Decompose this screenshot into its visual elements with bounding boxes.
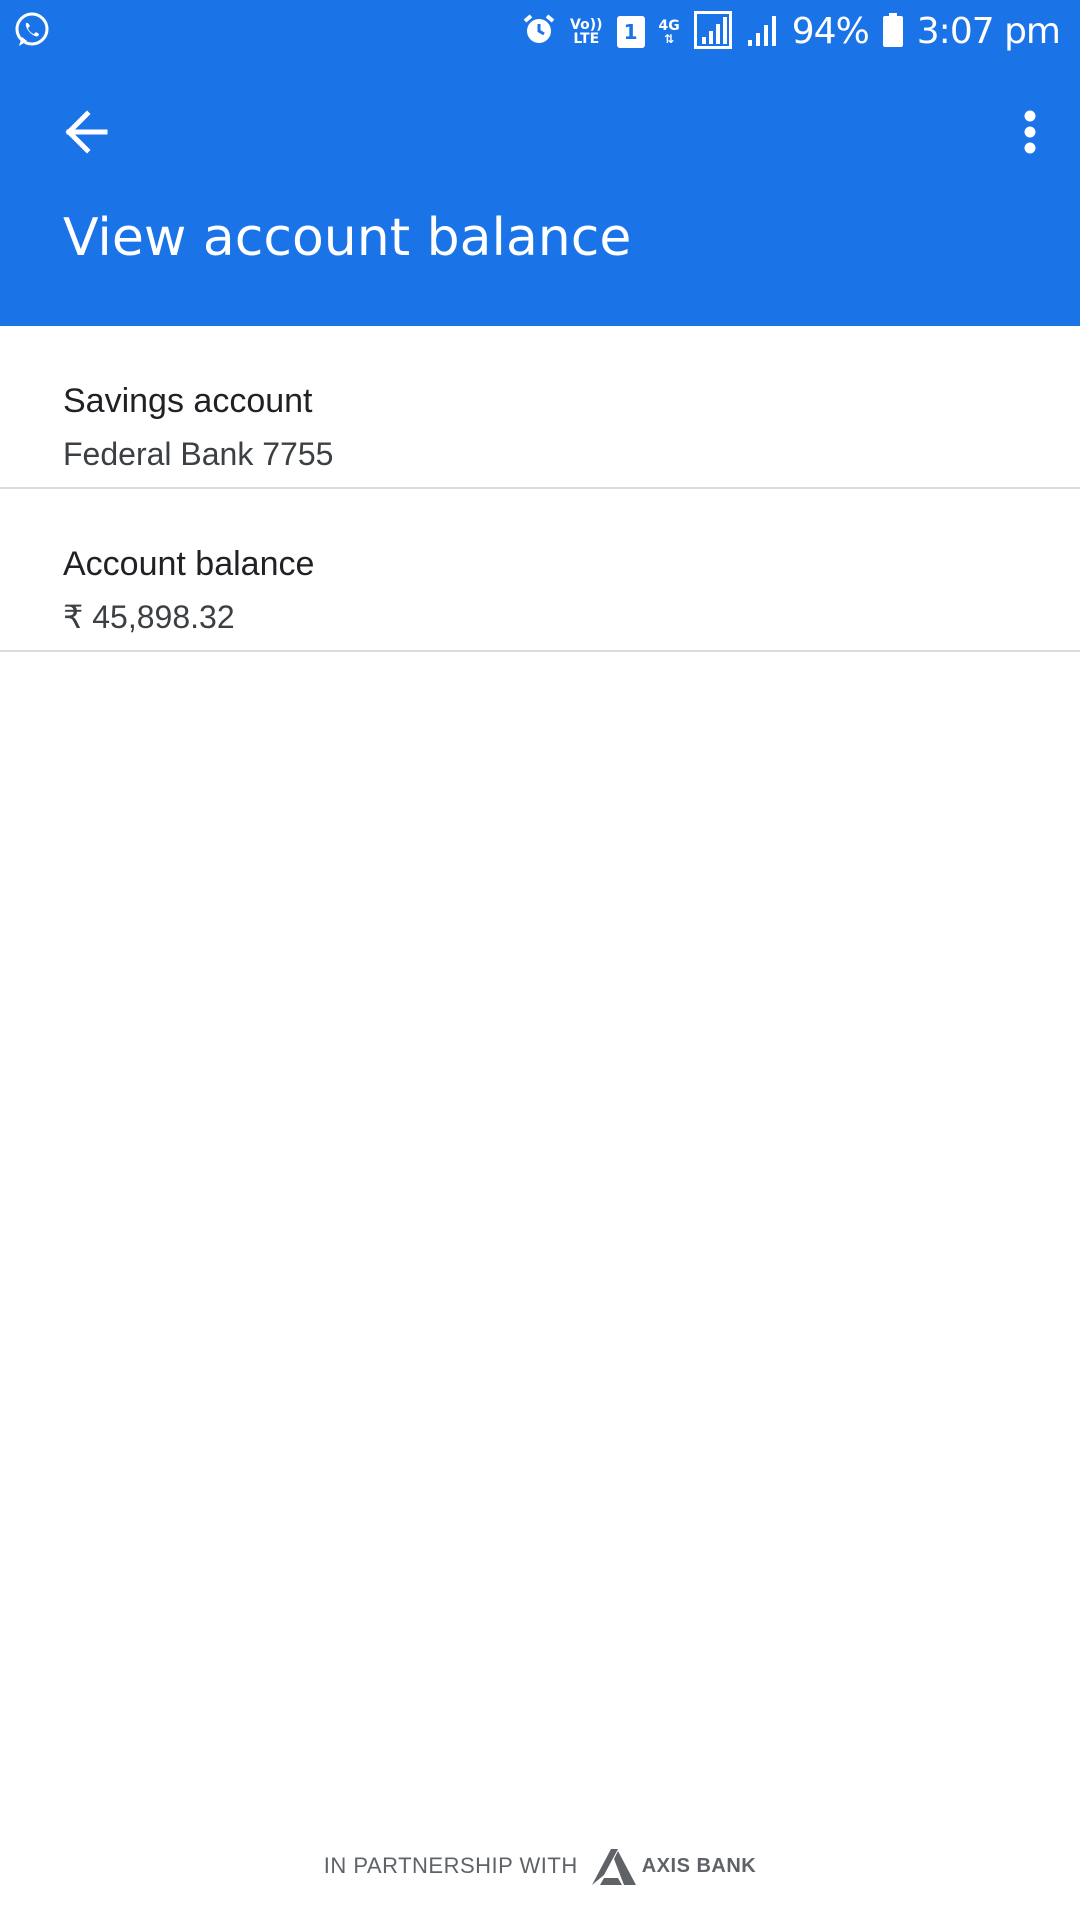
app-header: Vo)) LTE 1 4G ⇅ 94% 3:07 pm View account… <box>0 0 1080 326</box>
battery-percent: 94% <box>791 11 870 52</box>
partnership-text: IN PARTNERSHIP WITH <box>323 1853 578 1878</box>
whatsapp-icon <box>12 10 52 55</box>
more-options-button[interactable] <box>1000 104 1060 164</box>
bank-name: AXIS BANK <box>641 1854 757 1877</box>
list-item-subtitle: Federal Bank 7755 <box>63 436 334 472</box>
data-arrows: ⇅ <box>664 32 675 46</box>
list-item-savings-account: Savings account Federal Bank 7755 <box>0 326 1080 489</box>
sim-1-icon: 1 <box>616 16 645 48</box>
signal-icon <box>693 10 732 54</box>
battery-icon <box>882 12 903 52</box>
axis-bank-logo-mark <box>591 1849 636 1885</box>
back-button[interactable] <box>56 104 116 164</box>
network-label: 4G <box>658 18 680 34</box>
partnership-footer: IN PARTNERSHIP WITH AXIS BANK <box>0 1842 1080 1890</box>
list-item-account-balance: Account balance ₹ 45,898.32 <box>0 489 1080 652</box>
4g-data-icon: 4G ⇅ <box>659 19 680 45</box>
list-item-title: Savings account <box>63 382 313 420</box>
signal-icon-secondary <box>746 13 778 52</box>
list-item-title: Account balance <box>63 545 315 583</box>
balance-amount: ₹ 45,898.32 <box>63 599 235 635</box>
volte-bottom: LTE <box>573 31 600 47</box>
volte-top: Vo)) <box>570 17 603 33</box>
volte-icon: Vo)) LTE <box>570 18 602 46</box>
clock: 3:07 pm <box>916 11 1061 52</box>
more-vert-icon <box>1023 110 1037 159</box>
account-details-list: Savings account Federal Bank 7755 Accoun… <box>0 326 1080 652</box>
axis-bank-logo: AXIS BANK <box>591 1847 757 1885</box>
alarm-icon <box>522 13 556 52</box>
arrow-back-icon <box>63 109 109 160</box>
page-title: View account balance <box>63 208 632 268</box>
status-bar: Vo)) LTE 1 4G ⇅ 94% 3:07 pm <box>0 0 1080 64</box>
sim-label: 1 <box>623 20 638 44</box>
